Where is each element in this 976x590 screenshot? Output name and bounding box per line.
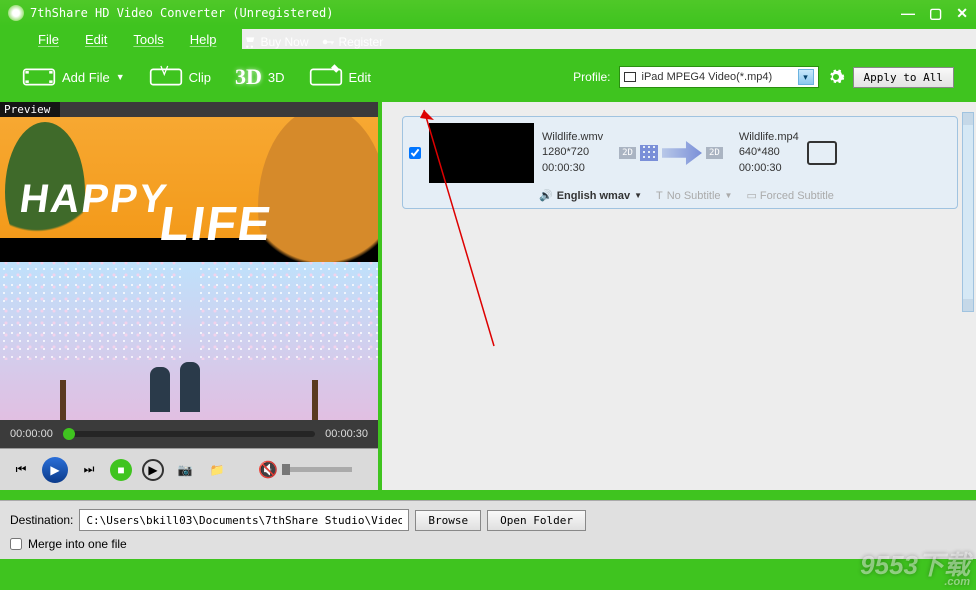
- prev-button[interactable]: ⏮: [10, 459, 32, 481]
- forced-subtitle-toggle[interactable]: ▭ Forced Subtitle: [746, 189, 833, 202]
- preview-text-1: HAPPY: [17, 177, 171, 222]
- snapshot-button[interactable]: 📷: [174, 459, 196, 481]
- apply-to-all-button[interactable]: Apply to All: [853, 67, 954, 88]
- profile-value: iPad MPEG4 Video(*.mp4): [642, 71, 773, 83]
- profile-label: Profile:: [573, 70, 610, 84]
- volume-slider[interactable]: [282, 467, 352, 472]
- open-folder-button[interactable]: 📁: [206, 459, 228, 481]
- item-thumbnail: [429, 123, 534, 183]
- play-button[interactable]: ▶: [42, 457, 68, 483]
- settings-gear-icon[interactable]: [827, 68, 845, 86]
- preview-text-2: LIFE: [156, 197, 276, 252]
- film-icon: [22, 64, 56, 90]
- add-file-button[interactable]: Add File ▼: [22, 64, 125, 90]
- clip-button[interactable]: Clip: [149, 64, 211, 90]
- buy-now-link[interactable]: Buy Now: [242, 35, 308, 49]
- menu-edit[interactable]: Edit: [85, 32, 107, 47]
- device-icon: [624, 72, 636, 82]
- merge-checkbox[interactable]: [10, 538, 22, 550]
- app-logo-icon: [8, 5, 24, 21]
- window-title: 7thShare HD Video Converter (Unregistere…: [30, 6, 901, 20]
- grid-icon: [640, 145, 658, 161]
- edit-button[interactable]: Edit: [309, 64, 371, 90]
- device-select-button[interactable]: [807, 141, 837, 165]
- audio-track-select[interactable]: 🔊 English wmav ▼: [539, 189, 642, 202]
- conversion-item: Wildlife.wmv 1280*720 00:00:30 2D 2D Wil…: [402, 116, 958, 209]
- item-checkbox[interactable]: [409, 147, 421, 159]
- destination-label: Destination:: [10, 513, 73, 527]
- source-info: Wildlife.wmv 1280*720 00:00:30: [542, 130, 603, 176]
- minimize-button[interactable]: —: [901, 5, 915, 22]
- destination-input[interactable]: [79, 509, 409, 531]
- merge-label: Merge into one file: [28, 537, 127, 551]
- cart-icon: [242, 35, 256, 49]
- 3d-button[interactable]: 3D 3D: [235, 64, 285, 90]
- preview-label: Preview: [0, 102, 60, 117]
- arrow-icon: [662, 141, 702, 165]
- open-folder-dest-button[interactable]: Open Folder: [487, 510, 586, 531]
- mute-button[interactable]: 🔇: [258, 460, 278, 480]
- target-info: Wildlife.mp4 640*480 00:00:30: [739, 130, 799, 176]
- time-current: 00:00:00: [10, 428, 53, 440]
- dropdown-arrow-icon: ▾: [798, 69, 814, 85]
- chevron-down-icon: ▼: [116, 72, 125, 82]
- clip-icon: [149, 64, 183, 90]
- edit-film-icon: [309, 64, 343, 90]
- loop-button[interactable]: ▶: [142, 459, 164, 481]
- key-icon: [321, 35, 335, 49]
- badge-2d-out: 2D: [706, 147, 723, 159]
- list-scrollbar[interactable]: [962, 112, 974, 312]
- maximize-button[interactable]: ▢: [929, 5, 942, 22]
- register-link[interactable]: Register: [321, 35, 384, 49]
- stop-button[interactable]: ■: [110, 459, 132, 481]
- menu-file[interactable]: File: [38, 32, 59, 47]
- subtitle-select[interactable]: T No Subtitle ▼: [656, 190, 732, 202]
- next-button[interactable]: ⏭: [78, 459, 100, 481]
- preview-area: HAPPY LIFE: [0, 117, 378, 420]
- badge-2d-in: 2D: [619, 147, 636, 159]
- browse-button[interactable]: Browse: [415, 510, 481, 531]
- progress-slider[interactable]: [63, 431, 315, 437]
- profile-select[interactable]: iPad MPEG4 Video(*.mp4) ▾: [619, 66, 819, 88]
- menu-tools[interactable]: Tools: [133, 32, 163, 47]
- time-total: 00:00:30: [325, 428, 368, 440]
- menu-help[interactable]: Help: [190, 32, 217, 47]
- close-button[interactable]: ✕: [956, 5, 968, 22]
